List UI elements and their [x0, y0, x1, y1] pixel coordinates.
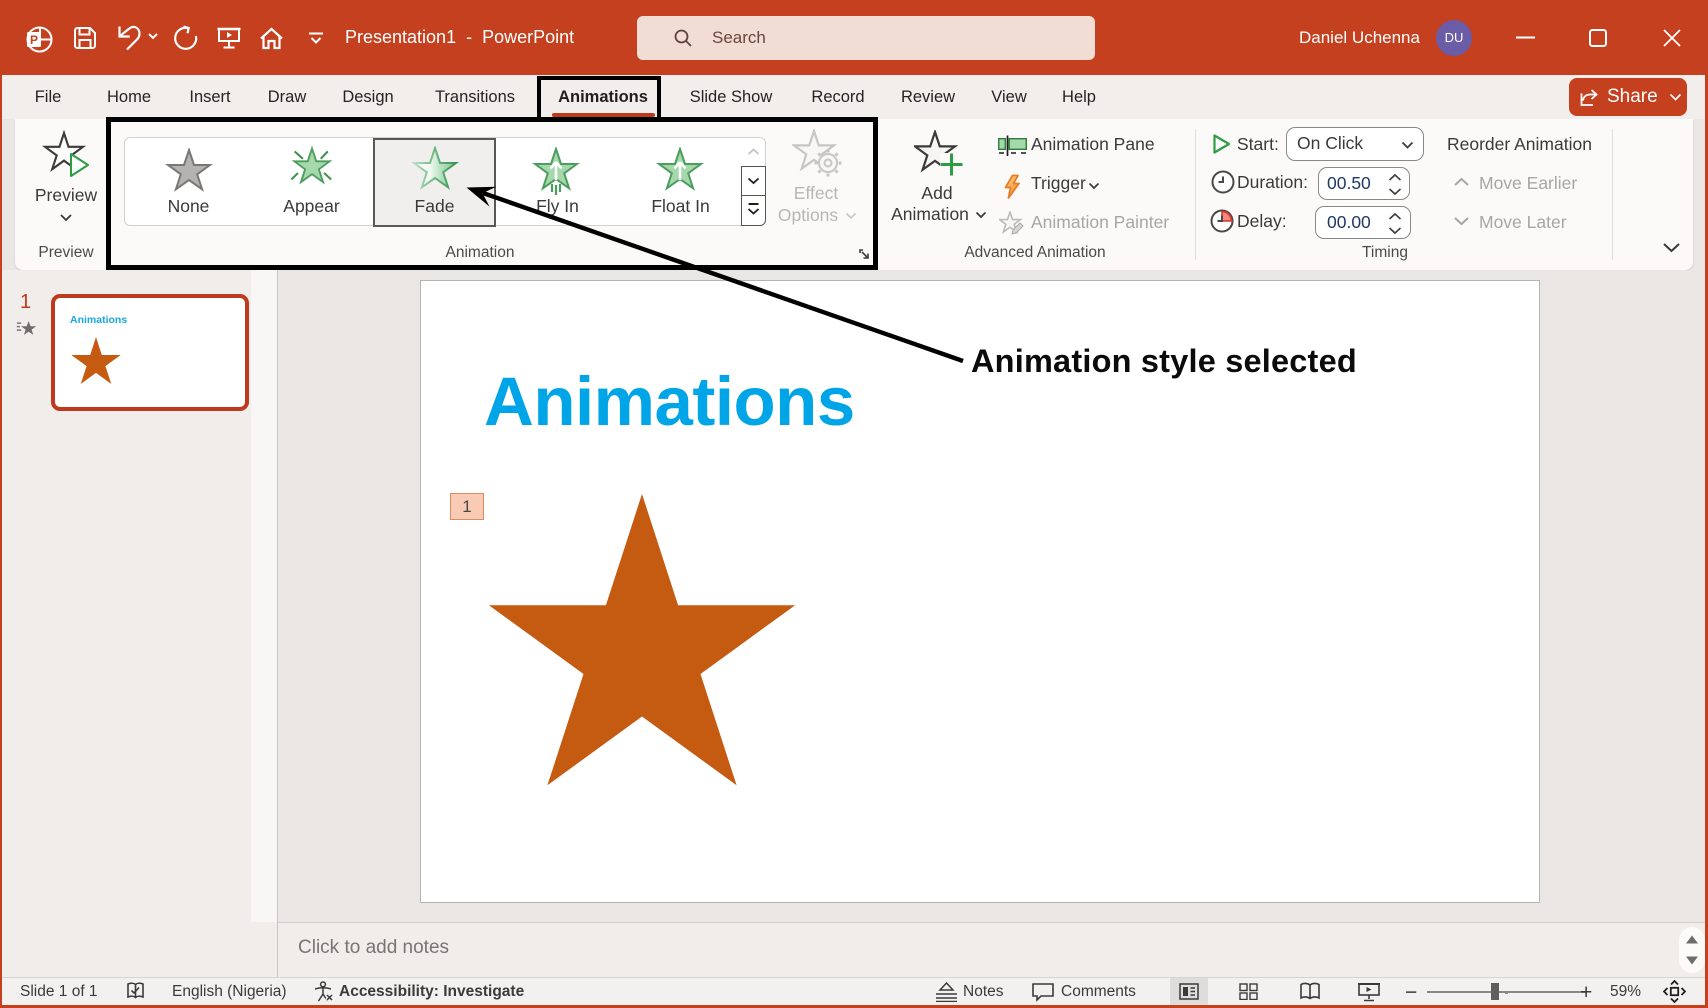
svg-text:P: P [30, 33, 38, 47]
